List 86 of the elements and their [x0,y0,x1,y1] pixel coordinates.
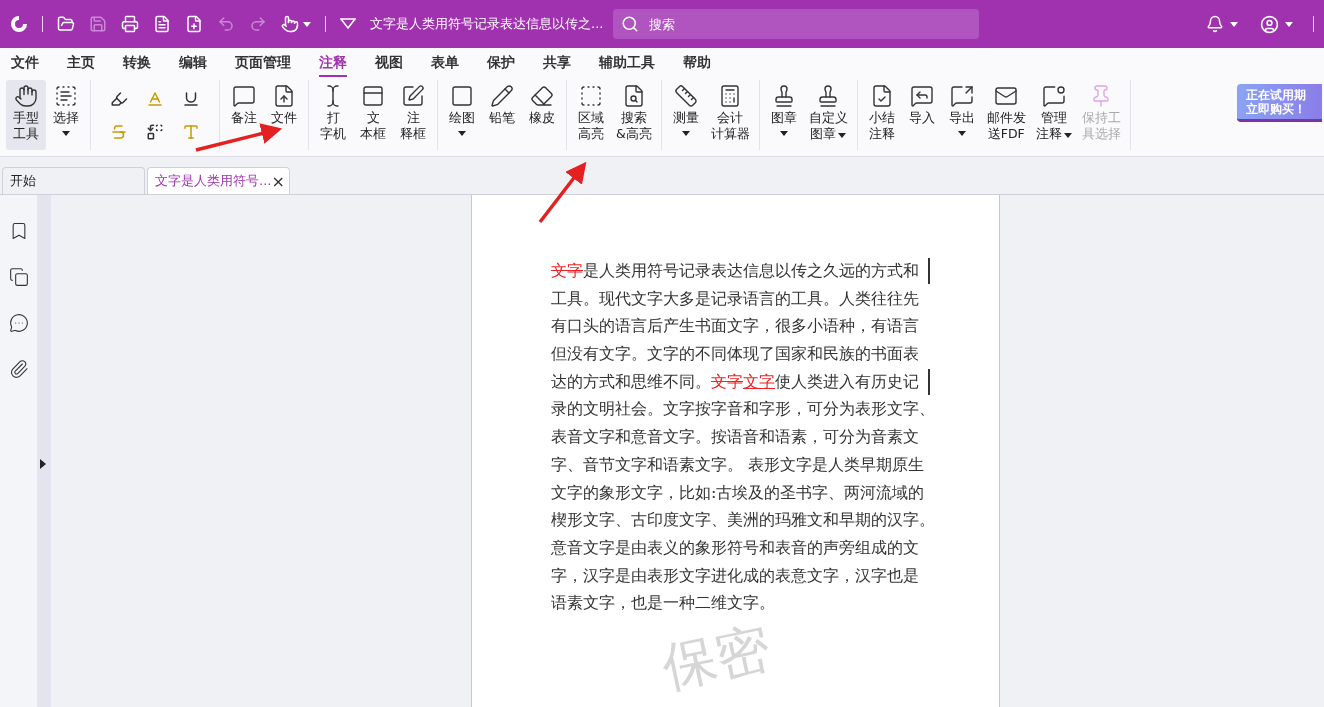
ribbon-tool-button[interactable]: 备注 [224,80,264,150]
eraser-icon [530,84,554,108]
ribbon-tool-button[interactable]: 导出 [941,80,982,150]
menu-tab[interactable]: 文件 [11,49,39,77]
paragraph-line: 有口头的语言后产生书面文字，很多小语种，有语言 [551,315,919,338]
menu-tab[interactable]: 主页 [67,49,95,77]
ribbon-tool-button[interactable]: 自定义 图章 [803,80,853,150]
textbox-icon [361,84,385,108]
ribbon-tool-button[interactable]: 手型 工具 [6,80,46,150]
menu-tab[interactable]: 共享 [543,49,571,77]
menu-tab[interactable]: 注释 [319,49,347,77]
document-icon[interactable] [153,15,171,33]
paragraph-line: 录的文明社会。文字按字音和字形，可分为表形文字、 [551,398,935,421]
printer-icon[interactable] [121,15,139,33]
menu-tab[interactable]: 帮助 [683,49,711,77]
paragraph-line: 字，汉字是由表形文字进化成的表意文字，汉字也是 [551,564,919,587]
ribbon-tool-button[interactable]: 铅笔 [482,80,522,150]
ribbon-tool-button[interactable]: 橡皮 [522,80,562,150]
search-icon [621,15,640,33]
search-field[interactable]: 搜索 [613,9,980,39]
comment-icon [232,84,256,108]
hand-icon [14,84,38,108]
user-icon [1260,14,1279,34]
menu-tab[interactable]: 编辑 [179,49,207,77]
caret-icon [303,21,311,27]
ribbon-tool-button[interactable]: 注 释框 [393,80,433,150]
mail-icon [994,84,1019,108]
bell-icon [1206,15,1224,33]
rectangle-icon [450,84,474,108]
ribbon-tool-button[interactable]: 区域 高亮 [571,80,611,150]
window-title: 文字是人类用符号记录表达信息以传之... [370,15,604,33]
paragraph-line: 意音文字是由表义的象形符号和表音的声旁组成的文 [551,536,919,559]
pages-icon[interactable] [8,267,29,287]
comments-icon[interactable] [8,313,29,333]
ribbon-tool-button[interactable]: 测量 [665,80,706,150]
ribbon-tool-button[interactable]: 小结 注释 [861,80,902,150]
dropdown-triangle-icon[interactable] [340,18,356,30]
document-tab[interactable]: 开始 [2,167,145,194]
paragraph-line: 表音文字和意音文字。按语音和语素，可分为音素文 [551,426,919,449]
arrow [538,161,587,224]
ribbon-tool-button[interactable]: 图章 [763,80,804,150]
paragraph-line: 但没有文字。文字的不同体现了国家和民族的书面表 [551,343,919,366]
paragraph-line: 工具。现代文字大多是记录语言的工具。人类往往先 [551,287,919,310]
ribbon-tool-button[interactable]: 会计 计算器 [705,80,755,150]
touch-mode-button[interactable] [281,15,311,33]
close-icon[interactable]: × [271,171,285,191]
speech-bubble-icon [1041,84,1066,108]
folder-icon[interactable] [57,15,75,33]
pointer-hand-icon [281,15,299,33]
menu-tab[interactable]: 视图 [375,49,403,77]
ribbon-tool-button[interactable]: 导入 [901,80,942,150]
logo-icon [10,15,28,33]
caret-icon [1285,21,1293,27]
pencil-icon [490,84,514,108]
search-input[interactable]: 搜索 [647,15,972,33]
ribbon-tool-button[interactable]: 选择 [46,80,86,150]
notifications-button[interactable] [1206,15,1238,33]
ruler-icon [673,84,698,108]
ribbon-tool-button[interactable]: 打 字机 [313,80,353,150]
ribbon-tool-button[interactable]: 文 本框 [353,80,393,150]
paragraph-line: 字、音节文字和语素文字。 表形文字是人类早期原生 [551,453,925,476]
highlighter-icon[interactable] [110,89,128,108]
paragraph-line: 楔形文字、古印度文字、美洲的玛雅文和早期的汉字。 [551,509,935,532]
paragraph-line: 文字是人类用符号记录表达信息以传之久远的方式和 [551,260,919,282]
underline-text-icon[interactable] [182,89,200,108]
account-button[interactable] [1260,14,1293,34]
paragraph-line: 语素文字，也是一种二维文字。 [551,592,775,615]
dashed-area-icon [579,84,603,108]
paragraph-line: 文字的象形文字，比如:古埃及的圣书字、两河流域的 [551,481,925,504]
menu-tab[interactable]: 辅助工具 [599,49,655,77]
menu-tab[interactable]: 表单 [431,49,459,77]
new-document-icon[interactable] [185,15,203,33]
export-icon [949,84,974,108]
ribbon-tool-button[interactable]: 搜索 &高亮 [611,80,657,150]
file-icon [272,84,296,108]
paperclip-icon[interactable] [8,359,29,379]
document-tab[interactable]: 文字是人类用符号...× [147,167,290,194]
paragraph-line: 达的方式和思维不同。文字文字使人类进入有历史记 [551,370,919,393]
menu-tab[interactable]: 转换 [123,49,151,77]
ribbon-tool-button[interactable]: 文件 [264,80,304,150]
ribbon-tool-button[interactable]: 邮件发 送FDF [981,80,1031,150]
ribbon-tool-button[interactable]: 绘图 [442,80,482,150]
menu-tab[interactable]: 保护 [487,49,515,77]
ribbon-tool-button[interactable]: 管理 注释 [1030,80,1077,150]
caret-icon [1230,21,1238,27]
menu-tab[interactable]: 页面管理 [235,49,291,77]
